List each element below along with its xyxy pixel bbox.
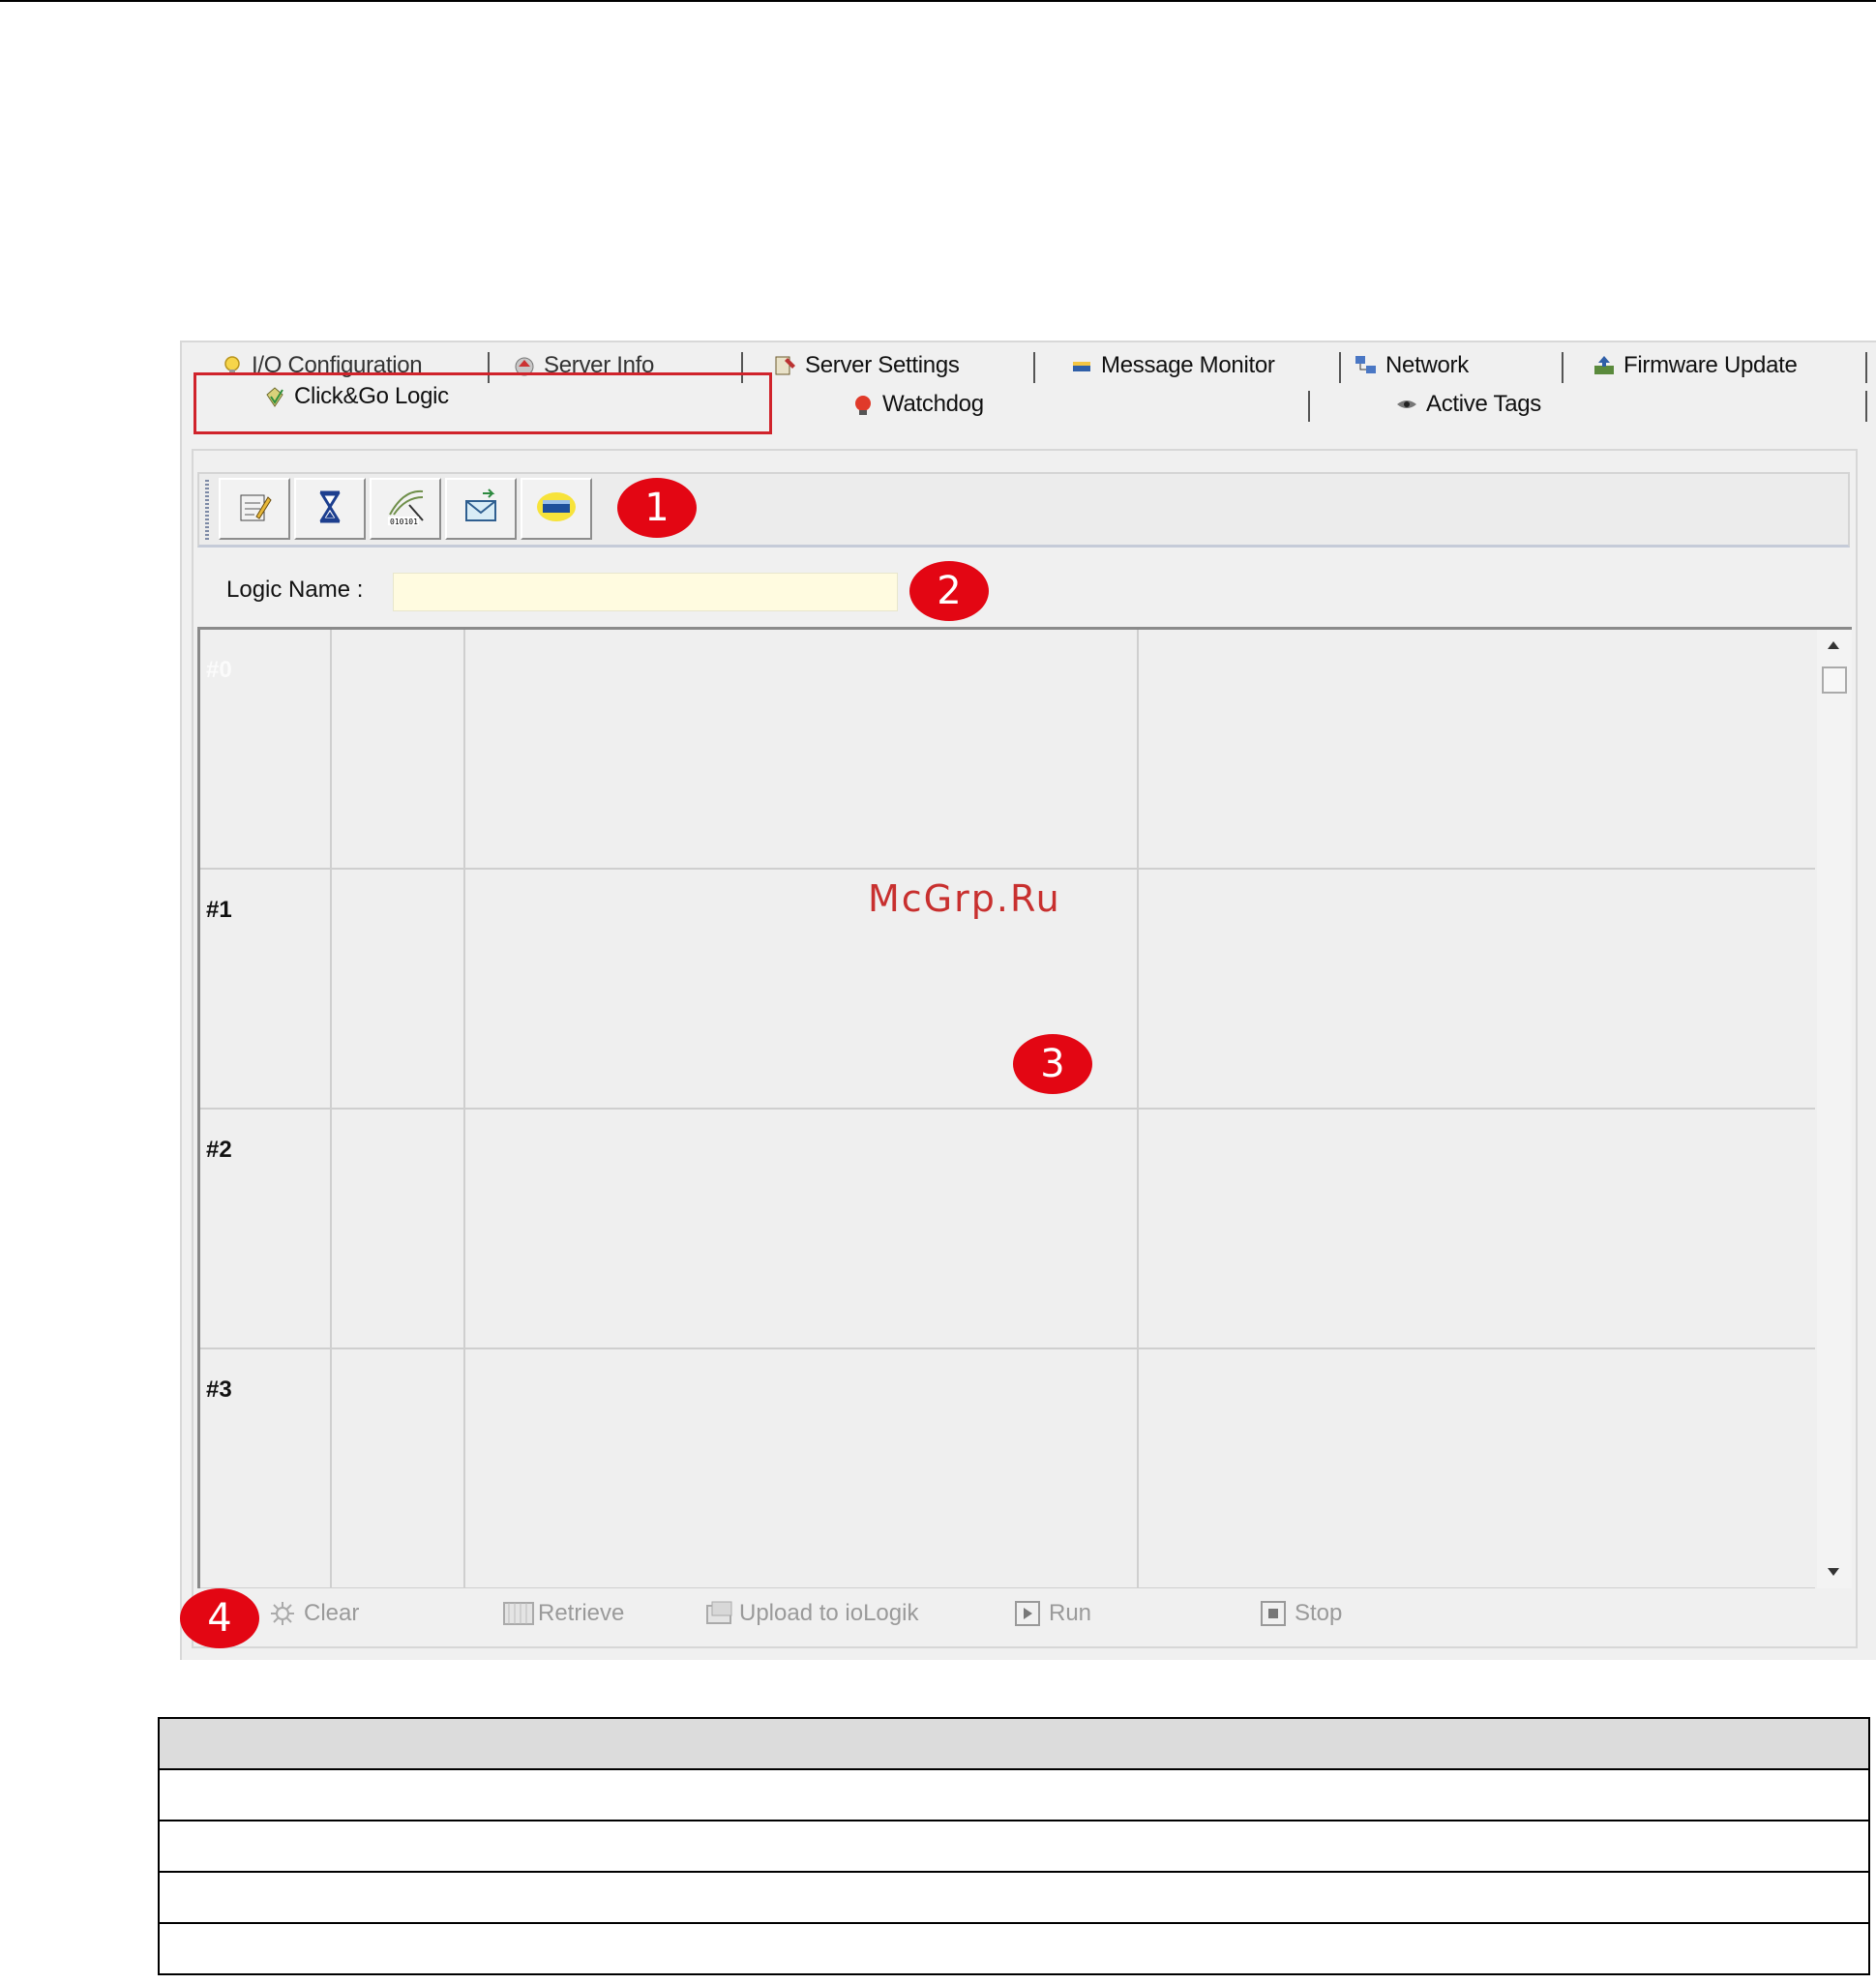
clickgo-logic-icon bbox=[263, 385, 286, 408]
logic-row-label: #0 bbox=[206, 657, 232, 683]
run-icon bbox=[1014, 1600, 1041, 1627]
tab-separator bbox=[1865, 391, 1867, 422]
grid-column-divider bbox=[463, 630, 465, 1588]
watermark: McGrp.Ru bbox=[868, 877, 1061, 920]
tab-active-tags[interactable]: Active Tags bbox=[1395, 387, 1541, 422]
clear-button[interactable]: Clear bbox=[269, 1600, 359, 1627]
tab-network[interactable]: Network bbox=[1355, 348, 1469, 383]
toolbar-grip[interactable] bbox=[205, 480, 209, 540]
callout-4: 4 bbox=[180, 1588, 259, 1648]
logic-grid: #0 #1 #2 #3 McGrp.Ru 3 bbox=[197, 627, 1852, 1588]
callout-2: 2 bbox=[909, 561, 989, 621]
tab-watchdog[interactable]: Watchdog bbox=[851, 387, 984, 422]
clickgo-window: I/O Configuration Server Info Server Set… bbox=[180, 341, 1876, 1660]
network-icon bbox=[1355, 354, 1378, 377]
tab-io-configuration[interactable]: I/O Configuration bbox=[221, 348, 423, 383]
vertical-scrollbar[interactable] bbox=[1817, 630, 1852, 1588]
scroll-down-icon[interactable] bbox=[1828, 1568, 1839, 1576]
tab-separator bbox=[1562, 352, 1563, 383]
bulb-icon bbox=[221, 354, 244, 377]
tab-separator bbox=[1865, 352, 1867, 383]
scroll-thumb[interactable] bbox=[1822, 666, 1847, 694]
svg-text:010101: 010101 bbox=[390, 518, 418, 526]
snmp-button[interactable] bbox=[521, 478, 592, 540]
tab-message-monitor[interactable]: Message Monitor bbox=[1070, 348, 1275, 383]
active-tags-icon bbox=[1395, 393, 1418, 416]
retrieve-button[interactable]: Retrieve bbox=[503, 1600, 624, 1627]
retrieve-icon bbox=[503, 1600, 534, 1627]
action-bar: 4 Clear Retrieve Upload to ioLogik Run S… bbox=[180, 1588, 1858, 1648]
notepad-pencil-icon bbox=[235, 488, 274, 531]
sun-card-icon bbox=[535, 488, 578, 531]
table-row bbox=[158, 1768, 1870, 1821]
tab-separator bbox=[488, 352, 490, 383]
logic-row-label: #2 bbox=[206, 1137, 232, 1163]
tab-firmware-update[interactable]: Firmware Update bbox=[1593, 348, 1798, 383]
tab-separator bbox=[1308, 391, 1310, 422]
server-settings-icon bbox=[774, 354, 797, 377]
callout-1: 1 bbox=[617, 478, 697, 538]
tab-separator bbox=[1033, 352, 1035, 383]
stop-icon bbox=[1260, 1600, 1287, 1627]
run-button[interactable]: Run bbox=[1014, 1600, 1091, 1627]
table-row bbox=[158, 1871, 1870, 1924]
toolbar: 010101 bbox=[197, 472, 1850, 548]
table-row bbox=[158, 1820, 1870, 1873]
server-info-icon bbox=[513, 354, 536, 377]
tab-row-2: Click&Go Logic Watchdog Active Tags bbox=[182, 383, 1876, 426]
message-monitor-icon bbox=[1070, 354, 1093, 377]
edit-button[interactable] bbox=[219, 478, 290, 540]
hourglass-icon bbox=[311, 488, 349, 531]
tab-separator bbox=[741, 352, 743, 383]
logic-name-input[interactable] bbox=[393, 573, 898, 611]
logic-row[interactable]: #3 bbox=[200, 1349, 1815, 1588]
scroll-up-icon[interactable] bbox=[1828, 641, 1839, 649]
logic-row-label: #3 bbox=[206, 1377, 232, 1403]
callout-3: 3 bbox=[1013, 1034, 1092, 1094]
mail-icon bbox=[462, 488, 500, 531]
tab-server-info[interactable]: Server Info bbox=[513, 348, 654, 383]
tab-clickgo-logic[interactable]: Click&Go Logic bbox=[263, 379, 449, 414]
description-table bbox=[158, 1717, 1870, 1975]
stop-button[interactable]: Stop bbox=[1260, 1600, 1342, 1627]
logic-row[interactable]: #2 bbox=[200, 1110, 1815, 1349]
tab-server-settings[interactable]: Server Settings bbox=[774, 348, 960, 383]
binary-signal-icon: 010101 bbox=[384, 486, 427, 533]
mail-button[interactable] bbox=[445, 478, 517, 540]
watchdog-icon bbox=[851, 393, 875, 416]
table-row bbox=[158, 1922, 1870, 1975]
top-rule bbox=[0, 0, 1876, 2]
logic-row-label: #1 bbox=[206, 897, 232, 923]
grid-column-divider bbox=[1137, 630, 1139, 1588]
upload-icon bbox=[704, 1600, 732, 1627]
tab-separator bbox=[1339, 352, 1341, 383]
firmware-update-icon bbox=[1593, 354, 1616, 377]
clickgo-panel: 010101 1 Logic Name : 2 #0 #1 #2 #3 McGr… bbox=[180, 449, 1858, 1648]
upload-to-iologik-button[interactable]: Upload to ioLogik bbox=[704, 1600, 918, 1627]
logic-row[interactable]: #0 bbox=[200, 630, 1815, 870]
logic-name-label: Logic Name : bbox=[226, 577, 364, 603]
binary-button[interactable]: 010101 bbox=[370, 478, 441, 540]
clear-icon bbox=[269, 1600, 296, 1627]
grid-column-divider bbox=[330, 630, 332, 1588]
table-header-row bbox=[158, 1717, 1870, 1770]
timer-button[interactable] bbox=[294, 478, 366, 540]
